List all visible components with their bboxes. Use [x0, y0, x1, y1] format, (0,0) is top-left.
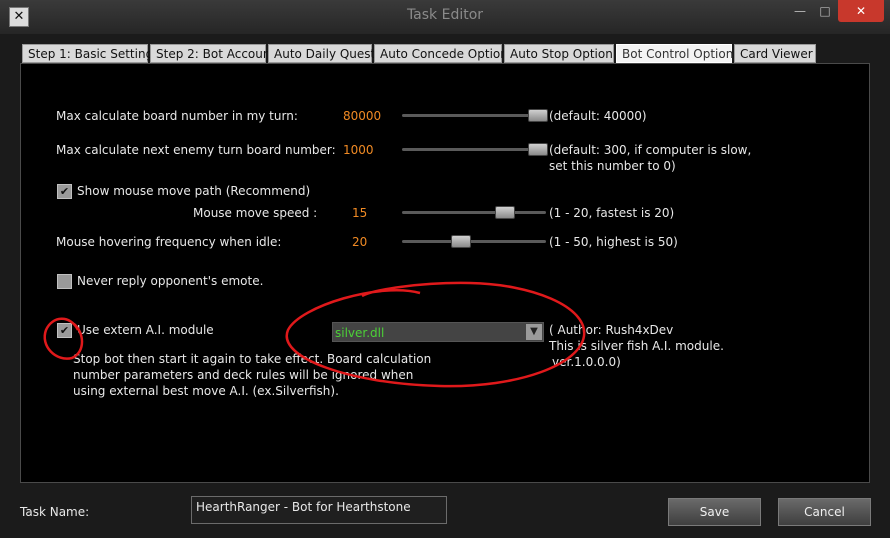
tab-basic-settings[interactable]: Step 1: Basic Settings	[22, 44, 159, 63]
slider-thumb[interactable]	[495, 206, 515, 219]
never-reply-label: Never reply opponent's emote.	[77, 274, 264, 288]
ai-module-info-1: ( Author: Rush4xDev	[549, 323, 674, 337]
max-board-note: (default: 40000)	[549, 109, 647, 123]
slider-thumb[interactable]	[528, 109, 548, 122]
max-enemy-note-2: set this number to 0)	[549, 159, 676, 173]
slider-thumb[interactable]	[528, 143, 548, 156]
max-board-slider[interactable]	[402, 109, 548, 122]
ai-module-info-2: This is silver fish A.I. module.	[549, 339, 724, 353]
settings-panel	[20, 63, 870, 483]
window-title: Task Editor	[406, 7, 484, 23]
tab-card-viewer[interactable]: Card Viewer	[734, 44, 816, 63]
minimize-button[interactable]: —	[788, 0, 812, 22]
never-reply-checkbox[interactable]	[57, 274, 72, 289]
max-enemy-label: Max calculate next enemy turn board numb…	[56, 143, 336, 157]
max-board-value[interactable]: 80000	[343, 109, 381, 123]
chevron-down-icon[interactable]: ▼	[526, 324, 542, 340]
mouse-speed-slider[interactable]	[402, 206, 546, 219]
ai-module-info-3: ver.1.0.0.0)	[552, 355, 621, 369]
close-button[interactable]: ✕	[838, 0, 884, 22]
tab-bot-account[interactable]: Step 2: Bot Account	[150, 44, 275, 63]
tab-auto-daily-quest[interactable]: Auto Daily Quest	[268, 44, 375, 63]
title-bar: ✕ Task Editor — □ ✕	[0, 0, 890, 34]
hover-frequency-label: Mouse hovering frequency when idle:	[56, 235, 282, 249]
use-extern-ai-label: Use extern A.I. module	[77, 323, 214, 337]
show-mouse-path-label: Show mouse move path (Recommend)	[77, 184, 311, 198]
hover-frequency-slider[interactable]	[402, 235, 546, 248]
mouse-speed-value[interactable]: 15	[352, 206, 367, 220]
max-enemy-value[interactable]: 1000	[343, 143, 374, 157]
mouse-speed-note: (1 - 20, fastest is 20)	[549, 206, 675, 220]
hover-frequency-value[interactable]: 20	[352, 235, 367, 249]
extern-ai-description: Stop bot then start it again to take eff…	[73, 352, 432, 398]
task-name-input[interactable]: HearthRanger - Bot for Hearthstone	[191, 496, 447, 524]
ai-module-selected: silver.dll	[335, 326, 385, 340]
slider-thumb[interactable]	[451, 235, 471, 248]
task-name-label: Task Name:	[20, 505, 90, 519]
use-extern-ai-checkbox[interactable]: ✔	[57, 323, 72, 338]
cancel-button[interactable]: Cancel	[778, 498, 871, 526]
mouse-speed-label: Mouse move speed :	[193, 206, 318, 220]
max-board-label: Max calculate board number in my turn:	[56, 109, 298, 123]
max-enemy-note-1: (default: 300, if computer is slow,	[549, 143, 752, 157]
tab-bot-control-option[interactable]: Bot Control Option	[616, 44, 733, 63]
maximize-button[interactable]: □	[812, 0, 838, 22]
save-button[interactable]: Save	[668, 498, 761, 526]
tab-auto-concede-option[interactable]: Auto Concede Option	[374, 44, 508, 63]
tab-auto-stop-option[interactable]: Auto Stop Option	[504, 44, 614, 63]
max-enemy-slider[interactable]	[402, 143, 548, 156]
show-mouse-path-checkbox[interactable]: ✔	[57, 184, 72, 199]
hover-frequency-note: (1 - 50, highest is 50)	[549, 235, 678, 249]
ai-module-select[interactable]: silver.dll ▼	[332, 322, 544, 342]
